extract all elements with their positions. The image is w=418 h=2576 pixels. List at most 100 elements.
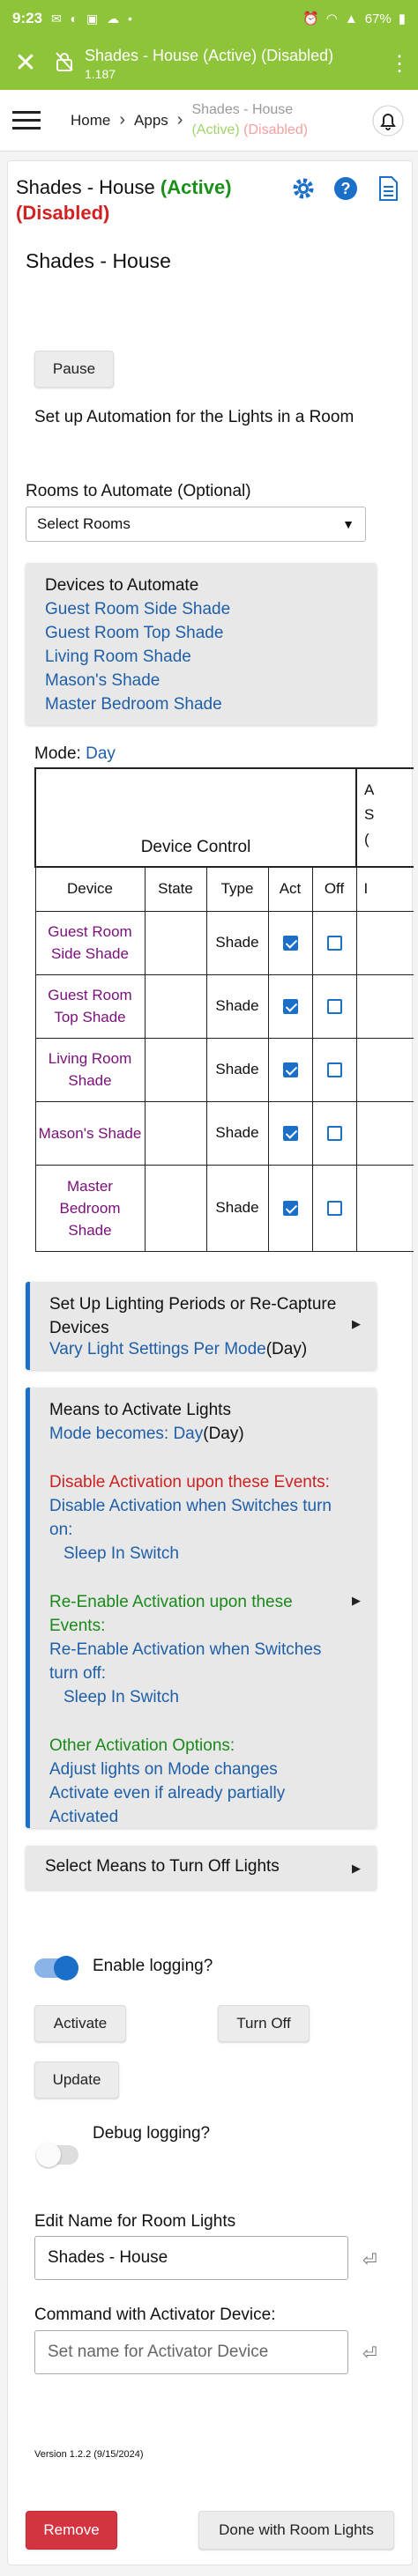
table-row: Living Room Shade Shade	[34, 1037, 414, 1102]
turn-off-title: Select Means to Turn Off Lights	[45, 1857, 280, 1876]
reenable-heading: Re-Enable Activation upon these Events:	[49, 1593, 293, 1635]
type-cell: Shade	[205, 1037, 269, 1102]
breadcrumb-apps[interactable]: Apps	[134, 112, 168, 130]
enable-logging-toggle[interactable]	[34, 1956, 78, 1980]
rooms-select-value: Select Rooms	[37, 515, 131, 532]
checkbox-checked-icon[interactable]	[282, 999, 298, 1015]
checkbox-unchecked-icon[interactable]	[326, 999, 342, 1015]
means-activate-title: Means to Activate Lights	[49, 1401, 231, 1419]
close-icon[interactable]: ✕	[0, 50, 51, 77]
state-cell	[144, 910, 207, 975]
section-title: Shades - House	[26, 249, 171, 272]
checkbox-checked-icon[interactable]	[282, 936, 298, 951]
debug-logging-toggle[interactable]	[36, 2143, 78, 2167]
off-cell	[311, 973, 357, 1039]
lock-off-icon	[51, 51, 78, 76]
mode-becomes-link[interactable]: Mode becomes: Day	[49, 1425, 203, 1443]
lighting-periods-title: Set Up Lighting Periods or Re-Capture De…	[49, 1295, 337, 1337]
debug-logging-label: Debug logging?	[93, 2124, 211, 2143]
side-column-cell	[355, 1164, 414, 1252]
act-cell	[267, 1164, 313, 1252]
chevron-right-icon: ›	[119, 110, 126, 130]
triangle-right-icon: ▶	[352, 1862, 361, 1875]
state-cell	[144, 973, 207, 1039]
setup-description: Set up Automation for the Lights in a Ro…	[34, 408, 355, 426]
app-active-label: (Active)	[160, 176, 232, 198]
checkbox-unchecked-icon[interactable]	[326, 1201, 342, 1217]
lighting-periods-section[interactable]: Set Up Lighting Periods or Re-Capture De…	[26, 1282, 377, 1370]
device-name-cell[interactable]: Living Room Shade	[34, 1037, 146, 1102]
gear-icon[interactable]	[290, 175, 317, 206]
app-title: Shades - House (Active) (Disabled)	[16, 175, 289, 226]
mode-becomes-line: Mode becomes: Day(Day)	[49, 1422, 244, 1446]
wifi-icon: ◠	[325, 11, 338, 26]
battery-level: 67%	[364, 11, 392, 26]
more-options-icon[interactable]: ⋮	[381, 51, 418, 77]
side-column-header: A S (	[355, 767, 414, 868]
checkbox-unchecked-icon[interactable]	[326, 936, 342, 951]
breadcrumb-current: Shades - House (Active) (Disabled)	[191, 100, 308, 140]
app-name: Shades - House	[16, 176, 155, 198]
checkbox-checked-icon[interactable]	[282, 1126, 298, 1142]
checkbox-checked-icon[interactable]	[282, 1201, 298, 1217]
remove-button[interactable]: Remove	[26, 2511, 117, 2550]
device-name-cell[interactable]: Mason's Shade	[34, 1100, 146, 1166]
type-cell: Shade	[205, 1100, 269, 1166]
rooms-select[interactable]: Select Rooms ▼	[26, 507, 366, 542]
breadcrumb-home[interactable]: Home	[71, 112, 110, 130]
checkbox-checked-icon[interactable]	[282, 1062, 298, 1078]
side-header-line: A	[364, 781, 375, 798]
window-subtitle: 1.187	[85, 66, 116, 81]
device-name-cell[interactable]: Master Bedroom Shade	[34, 1164, 146, 1252]
caret-down-icon: ▼	[342, 517, 355, 531]
mode-value[interactable]: Day	[86, 744, 116, 763]
disable-text: Disable Activation when Switches turn on…	[49, 1497, 332, 1539]
enter-icon[interactable]: ⏎	[362, 2343, 377, 2365]
turn-off-button[interactable]: Turn Off	[218, 2005, 310, 2042]
status-bar: 9:23 ✉ ◐ ▣ ☁ • ⏰ ◠ ▲ 67% ▮	[0, 0, 418, 37]
device-name-cell[interactable]: Guest Room Side Shade	[34, 910, 146, 975]
device-control-header: Device Control	[34, 767, 358, 868]
activator-label: Command with Activator Device:	[34, 2306, 276, 2324]
help-icon[interactable]: ?	[332, 175, 359, 206]
devices-box[interactable]: Devices to Automate Guest Room Side Shad…	[26, 563, 377, 725]
devices-title: Devices to Automate	[45, 576, 199, 595]
device-item: Mason's Shade	[45, 671, 160, 690]
means-activate-section[interactable]: Means to Activate Lights Mode becomes: D…	[26, 1388, 377, 1828]
checkbox-unchecked-icon[interactable]	[326, 1126, 342, 1142]
room-name-input[interactable]: Shades - House	[34, 2236, 348, 2280]
bell-icon[interactable]	[372, 105, 404, 137]
other-option: Activate even if already partially Activ…	[49, 1784, 286, 1826]
checkbox-unchecked-icon[interactable]	[326, 1062, 342, 1078]
vary-light-link[interactable]: Vary Light Settings Per Mode	[49, 1340, 266, 1358]
activate-button[interactable]: Activate	[34, 2005, 126, 2042]
side-column-cell: I	[355, 866, 414, 912]
type-cell: Shade	[205, 910, 269, 975]
breadcrumb-current-active: (Active)	[191, 122, 240, 137]
other-heading: Other Activation Options:	[49, 1736, 235, 1755]
activator-device-input[interactable]: Set name for Activator Device	[34, 2330, 348, 2374]
status-right: ⏰ ◠ ▲ 67% ▮	[302, 11, 406, 27]
turn-off-section[interactable]: Select Means to Turn Off Lights ▶	[26, 1846, 377, 1890]
document-icon[interactable]	[375, 175, 401, 206]
act-cell	[267, 910, 313, 975]
breadcrumb: Home › Apps › Shades - House (Active) (D…	[71, 100, 308, 140]
update-button[interactable]: Update	[34, 2062, 119, 2099]
done-button[interactable]: Done with Room Lights	[198, 2511, 394, 2550]
device-name-cell[interactable]: Guest Room Top Shade	[34, 973, 146, 1039]
rooms-label: Rooms to Automate	[26, 482, 173, 500]
header-icons: ?	[290, 175, 401, 206]
app-disabled-label: (Disabled)	[16, 201, 110, 224]
edit-name-label: Edit Name for Room Lights	[34, 2212, 236, 2231]
device-item: Living Room Shade	[45, 648, 191, 666]
notification-icons: ✉ ◐ ▣ ☁ •	[51, 11, 135, 26]
other-option: Adjust lights on Mode changes	[49, 1760, 278, 1779]
battery-icon: ▮	[398, 11, 406, 26]
enter-icon[interactable]: ⏎	[362, 2249, 377, 2271]
table-row: Guest Room Side Shade Shade	[34, 910, 414, 975]
menu-icon[interactable]	[0, 111, 53, 130]
type-cell: Shade	[205, 973, 269, 1039]
mode-line: Mode: Day	[34, 743, 116, 766]
disable-heading: Disable Activation upon these Events:	[49, 1473, 330, 1492]
pause-button[interactable]: Pause	[34, 351, 114, 388]
